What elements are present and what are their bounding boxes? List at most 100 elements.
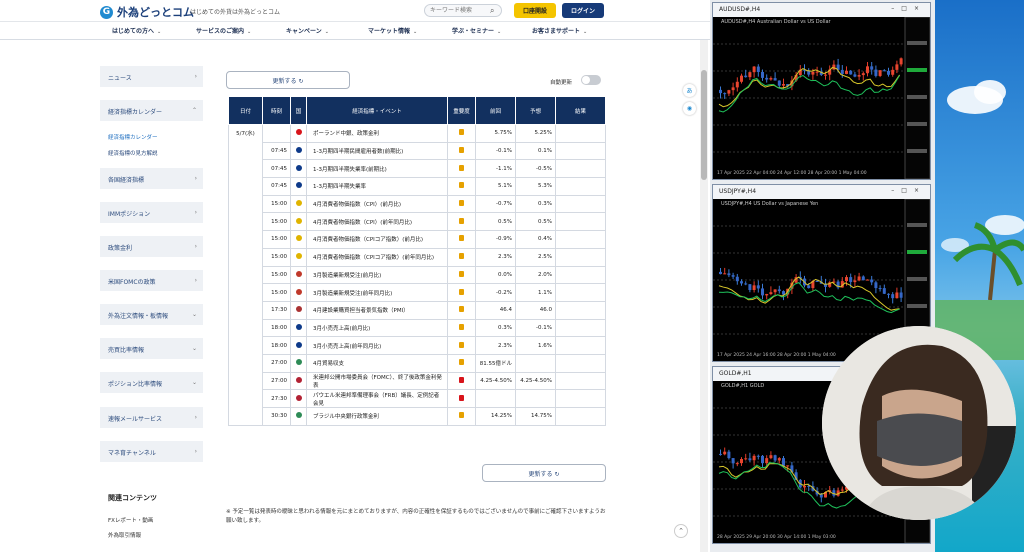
previous-cell: -0.1% [475,141,516,161]
candle [891,294,895,299]
search-icon[interactable]: ⌕ [490,6,494,16]
update-button-bottom[interactable]: 更新する ↻ [482,464,606,482]
sidebar-item-country-indicators[interactable]: 各国経済指標 › [100,168,203,190]
auto-update-label: 自動更新 [550,80,573,86]
nav-learn-seminar[interactable]: 学ぶ・セミナー ⌄ [452,26,501,35]
nav-beginners[interactable]: はじめての方へ ⌄ [112,26,161,35]
chevron-down-icon: ⌄ [413,29,418,35]
event-cell[interactable]: パウエル米連邦準備理事会（FRB）議長、定例記者会見 [306,389,448,408]
forecast-cell: 2.0% [515,265,556,285]
result-cell [555,265,606,285]
chevron-down-icon: ⌄ [497,29,502,35]
price-chart[interactable] [713,17,930,179]
scrollbar-thumb[interactable] [701,70,707,180]
nav-market-info[interactable]: マーケット情報 ⌄ [368,26,417,35]
login-button[interactable]: ログイン [562,3,604,18]
nav-campaign[interactable]: キャンペーン ⌄ [286,26,329,35]
sidebar-item-news[interactable]: ニュース › [100,66,203,88]
result-cell [555,318,606,338]
event-cell[interactable]: 4月消費者物価指数（CPI）(前月比) [306,194,448,214]
sidebar-item-trade-ratio[interactable]: 売買比率情報 ⌄ [100,338,203,360]
candle [782,458,785,466]
chart-window[interactable]: AUDUSD#,H4 –□× AUDUSD#,H4 Australian Dolla… [712,2,931,180]
price-tick [907,304,927,308]
event-cell[interactable]: 1-3月期四半期失業率 [306,177,448,196]
event-cell[interactable]: 1-3月期四半期失業率(前期比) [306,159,448,179]
candle [773,289,777,293]
chevron-down-icon: ⌄ [157,29,162,35]
col-header-time: 時刻 [262,96,291,125]
sidebar-item-label: 経済指標カレンダー [108,109,163,116]
event-cell[interactable]: 米連邦公開市場委員会（FOMC）、終了後政策金利発表 [306,371,448,391]
sidebar-item-position-ratio[interactable]: ポジション比率情報 ⌄ [100,372,203,394]
previous-cell: -0.7% [475,194,516,214]
event-cell[interactable]: 4月消費者物価指数（CPI）(前年同月比) [306,212,448,232]
related-link-trade-info[interactable]: 外為取引情報 [108,531,141,539]
time-cell: 17:30 [262,300,291,320]
event-cell[interactable]: ポーランド中銀、政策金利 [306,124,448,143]
open-account-button[interactable]: 口座開設 [514,3,556,18]
auto-update-toggle[interactable] [581,75,601,85]
event-cell[interactable]: 4月建設業購買担当者景気指数（PMI） [306,300,448,320]
sidebar-item-mail-service[interactable]: 速報メールサービス › [100,407,203,429]
col-header-country: 国 [290,96,307,125]
event-cell[interactable]: 3月製造業新規受注(前年同月比) [306,283,448,302]
candle [719,453,722,455]
time-cell: 18:00 [262,336,291,355]
sidebar-item-order-book[interactable]: 外為注文情報・板情報 ⌄ [100,304,203,326]
country-cell [290,177,307,196]
event-cell[interactable]: 3月小売売上高(前年同月比) [306,336,448,355]
chart-title: GOLD#,H1 [719,370,752,377]
country-cell [290,194,307,214]
page-scrollbar[interactable] [700,40,708,552]
chart-titlebar[interactable]: USDJPY#,H4 –□× [713,185,930,199]
update-button[interactable]: 更新する ↻ [226,71,350,89]
nav-support[interactable]: お客さまサポート ⌄ [532,26,587,35]
site-logo[interactable]: G 外為どっとコム [100,4,194,20]
chevron-right-icon: › [194,414,197,421]
event-cell[interactable]: 4月貿易収支 [306,353,448,373]
translate-icon[interactable]: あ [683,84,696,97]
window-controls-icon[interactable]: –□× [891,5,926,12]
time-axis-labels: 17 Apr 2025 22 Apr 04:00 24 Apr 12:00 28… [717,171,867,176]
sidebar-item-channel[interactable]: マネ育チャンネル › [100,441,203,463]
price-tick [907,250,927,254]
event-cell[interactable]: 3月小売売上高(前月比) [306,318,448,338]
candle [849,277,853,283]
event-cell[interactable]: 1-3月期四半期民間雇用者数(前期比) [306,141,448,161]
window-controls-icon[interactable]: –□× [891,187,926,194]
result-cell [555,194,606,214]
event-cell[interactable]: ブラジル中央銀行政策金利 [306,407,448,426]
footnote: ※ 予定一覧は発表時の曖昧と思われる情報を元にまとめておりますが、内容の正確性を… [226,509,606,524]
time-cell: 15:00 [262,212,291,232]
extension-icon[interactable]: ◉ [683,102,696,115]
event-cell[interactable]: 4月消費者物価指数（CPIコア指数）(前年同月比) [306,247,448,267]
price-tick [907,149,927,153]
table-row: 30:30 ブラジル中央銀行政策金利 14.25% 14.75% [229,407,606,426]
economic-calendar-table: 日付 時刻 国 経済指標・イベント 重要度 前回 予想 結果 5/7(水) ポーラ… [228,96,606,426]
sidebar-item-imm[interactable]: IMMポジション › [100,202,203,224]
event-cell[interactable]: 3月製造業新規受注(前月比) [306,265,448,285]
candle [857,75,861,77]
sidebar-sub-guide[interactable]: 経済指標の見方解説 [108,149,158,157]
previous-cell: 81.55億ドル [475,353,516,373]
sidebar-sub-calendar[interactable]: 経済指標カレンダー [108,133,158,141]
sidebar-item-calendar[interactable]: 経済指標カレンダー ⌃ [100,100,203,122]
candle [773,78,777,81]
candle [761,455,764,464]
scroll-top-button[interactable]: ⌃ [674,524,688,538]
event-cell[interactable]: 4月消費者物価指数（CPIコア指数）(前月比) [306,230,448,249]
sidebar-item-fomc[interactable]: 米国FOMCの政策 › [100,270,203,292]
related-link-report[interactable]: FXレポート・動画 [108,516,153,524]
nav-label: お客さまサポート [532,28,581,35]
sidebar-item-policy-rate[interactable]: 政策金利 › [100,236,203,258]
sidebar-item-label: 米国FOMCの政策 [108,279,156,286]
importance-cell [447,194,476,214]
time-cell: 07:45 [262,141,291,161]
importance-cell [447,353,476,373]
importance-cell [447,177,476,196]
nav-services[interactable]: サービスのご案内 ⌄ [196,26,251,35]
chart-titlebar[interactable]: AUDUSD#,H4 –□× [713,3,930,17]
previous-cell: 0.3% [475,318,516,338]
importance-cell [447,212,476,232]
